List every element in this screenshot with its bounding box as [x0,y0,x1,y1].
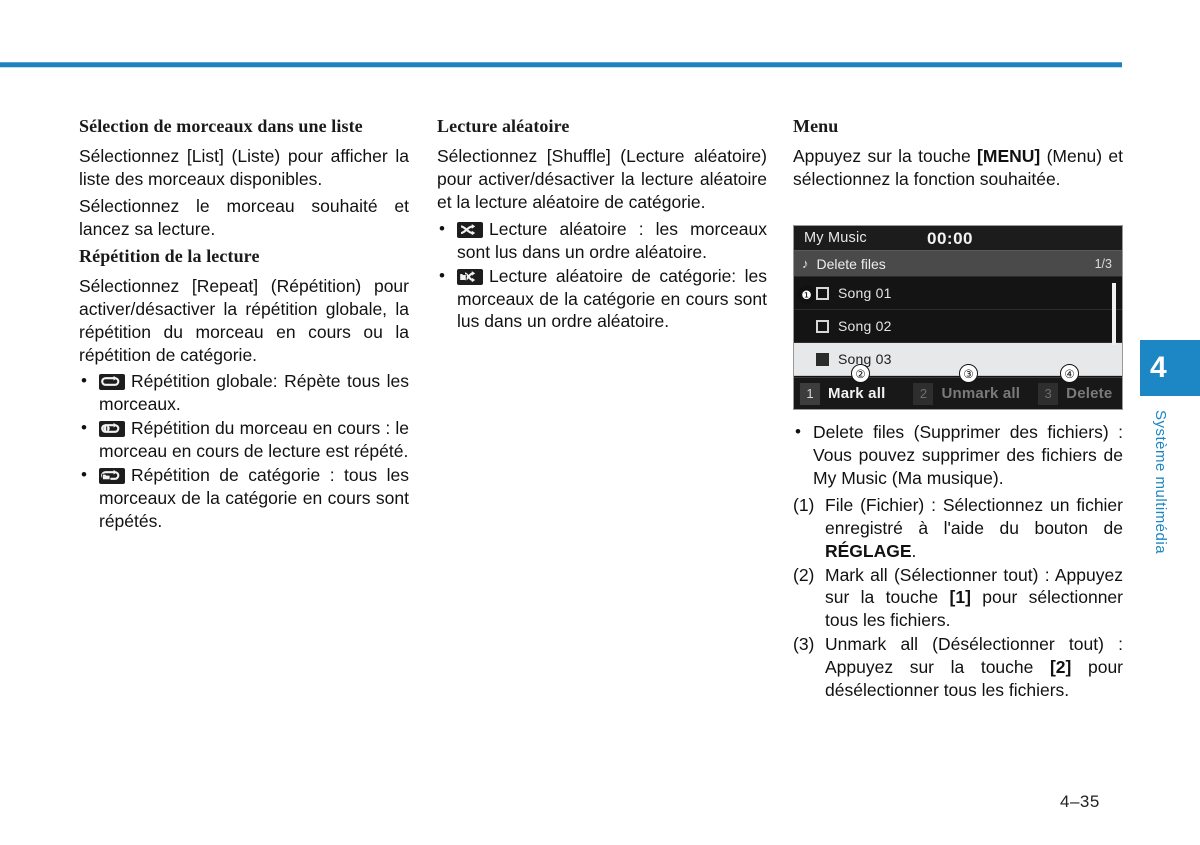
device-subheader-label: Delete files [816,255,886,272]
list-item-marker: (1) [793,494,815,515]
shuffle-icon [457,221,483,238]
list-item[interactable]: Song 01 [794,277,1122,310]
list-item-marker: (2) [793,564,815,585]
list-item: Lecture aléatoire : les morceaux sont lu… [437,218,767,264]
list-item: Répétition de catégorie : tous les morce… [79,464,409,533]
list-item-label: Répétition de catégorie : tous les morce… [99,465,409,531]
unmark-all-label: Unmark all [941,385,1021,402]
list-item-bold: [2] [1049,657,1072,678]
chapter-label: Système multimédia [1152,410,1169,555]
mark-all-button[interactable]: 1 Mark all [794,378,885,409]
checkbox-unchecked-icon[interactable] [816,319,829,333]
chapter-number: 4 [1140,340,1200,396]
scrollbar-thumb[interactable] [1112,283,1116,345]
scrollbar-track[interactable] [1112,280,1119,374]
keycap-2: 2 [913,382,934,405]
chapter-tab: 4 Système multimédia [1140,340,1200,580]
list-item-label: Lecture aléatoire : les morceaux sont lu… [457,218,767,262]
list-item-label: Répétition globale: Répète tous les morc… [99,371,409,415]
list-item-bold: [1] [949,587,971,608]
heading-menu: Menu [793,116,839,136]
device-title: My Music [804,230,867,246]
page-number: 4–35 [1060,792,1100,811]
list-item-label: Song 01 [838,285,892,301]
column-left: Sélection de morceaux dans une liste Sél… [79,115,409,534]
column-middle: Lecture aléatoire Sélectionnez [Shuffle]… [437,115,767,334]
delete-button[interactable]: 3 Delete [1032,378,1112,409]
delete-files-list: Delete files (Supprimer des fichiers) : … [793,421,1123,490]
device-song-list[interactable]: Song 01 Song 02 Song 03 [794,277,1122,377]
list-item-label: Delete files (Supprimer des fichiers) : … [813,422,1123,488]
music-note-icon: ♪ [802,256,809,271]
shuffle-modes-list: Lecture aléatoire : les morceaux sont lu… [437,218,767,334]
heading-repeat-playback: Répétition de la lecture [79,245,260,266]
device-clock: 00:00 [927,229,973,248]
menu-intro-part1: Appuyez sur la touche [793,146,978,167]
repeat-folder-icon [99,468,125,485]
callout-4: ④ [1060,364,1079,383]
list-item: (1) File (Fichier) : Sélectionnez un fich… [793,494,1123,563]
list-item: (2) Mark all (Sélectionner tout) : Appuye… [793,564,1123,633]
list-item: Répétition globale: Répète tous les morc… [79,370,409,416]
column-right: Menu Appuyez sur la touche [MENU] (Menu)… [793,115,1123,195]
menu-key-label: [MENU] [977,146,1041,167]
keycap-3: 3 [1038,382,1059,405]
repeat-modes-list: Répétition globale: Répète tous les morc… [79,370,409,532]
paragraph-list-selection: Sélectionnez [List] (Liste) pour affiche… [79,146,409,189]
list-item[interactable]: Song 02 [794,310,1122,343]
delete-label: Delete [1066,385,1113,402]
top-rule-divider [0,62,1122,68]
device-subheader: ♪ Delete files 1/3 [794,251,1122,277]
paragraph-menu-intro: Appuyez sur la touche [MENU] (Menu) et s… [793,145,1123,191]
manual-page: Sélection de morceaux dans une liste Sél… [0,0,1200,845]
list-item: (3) Unmark all (Désélectionner tout) : Ap… [793,633,1123,702]
device-page-indicator: 1/3 [1094,256,1112,271]
device-screen-illustration: My Music 00:00 ♪ Delete files 1/3 Song 0… [793,225,1123,410]
keycap-1: 1 [800,382,820,405]
callout-3: ③ [959,364,978,383]
list-item-marker: (3) [793,634,815,655]
heading-song-selection: Sélection de morceaux dans une liste [79,116,363,136]
paragraph-play-song: Sélectionnez le morceau souhaité et lanc… [79,195,409,239]
list-item-label: Song 02 [838,318,892,334]
list-item: Delete files (Supprimer des fichiers) : … [793,421,1123,490]
paragraph-repeat-intro: Sélectionnez [Repeat] (Répétition) pour … [79,275,409,365]
callout-2: ② [851,364,870,383]
checkbox-checked-icon[interactable] [816,352,829,366]
list-item-bold: RÉGLAGE [825,540,912,561]
list-item-label-tail: . [911,540,917,561]
list-item-label: File (Fichier) : Sélectionnez un fichier… [825,494,1123,538]
mark-all-label: Mark all [828,385,886,402]
repeat-all-icon [99,374,125,391]
device-header: My Music 00:00 [794,226,1122,251]
list-item: Répétition du morceau en cours : le morc… [79,417,409,463]
shuffle-folder-icon [457,268,483,285]
checkbox-unchecked-icon[interactable] [816,286,829,300]
callout-1: ❶ [797,285,816,304]
list-item: Lecture aléatoire de catégorie: les morc… [437,265,767,334]
column-right-lower: Delete files (Supprimer des fichiers) : … [793,417,1123,703]
paragraph-shuffle-intro: Sélectionnez [Shuffle] (Lecture aléatoir… [437,146,767,212]
unmark-all-button[interactable]: 2 Unmark all [907,378,1020,409]
list-item-label: Répétition du morceau en cours : le morc… [99,418,409,462]
heading-shuffle-playback: Lecture aléatoire [437,116,570,136]
menu-functions-list: (1) File (Fichier) : Sélectionnez un fich… [793,494,1123,702]
list-item-label: Lecture aléatoire de catégorie: les morc… [457,265,767,332]
repeat-one-icon [99,421,125,438]
